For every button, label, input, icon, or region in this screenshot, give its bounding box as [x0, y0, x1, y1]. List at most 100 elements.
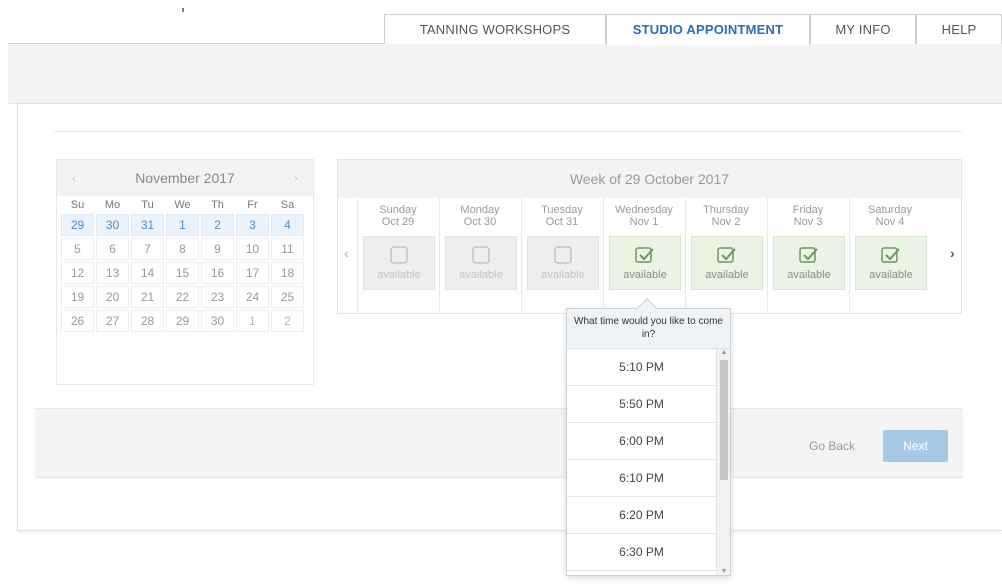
calendar-day[interactable]: 17	[236, 262, 269, 284]
day-availability-box[interactable]: available	[773, 236, 845, 290]
calendar-day[interactable]: 2	[271, 310, 304, 332]
day-availability-box: available	[527, 236, 599, 290]
subheader-band	[8, 44, 1002, 104]
calendar-day[interactable]: 29	[166, 310, 199, 332]
calendar-day[interactable]: 4	[271, 214, 304, 236]
chevron-left-icon[interactable]: ‹	[67, 171, 81, 185]
tab-tanning-workshops[interactable]: TANNING WORKSHOPS	[384, 14, 606, 44]
checkbox-checked-icon	[717, 246, 737, 264]
calendar-day[interactable]: 22	[166, 286, 199, 308]
scroll-up-icon[interactable]: ▲	[717, 349, 731, 356]
calendar-day[interactable]: 5	[61, 238, 94, 260]
availability-label: available	[787, 269, 831, 281]
day-name: Friday	[792, 204, 824, 216]
day-header: Monday Oct 30	[440, 204, 520, 228]
calendar-day[interactable]: 16	[201, 262, 234, 284]
month-calendar: ‹ November 2017 › Su Mo Tu We Th Fr Sa 29 30 31 1…	[56, 159, 314, 385]
chevron-left-icon[interactable]: ‹	[344, 245, 349, 261]
time-picker-popup: What time would you like to come in? 5:1…	[566, 298, 731, 576]
calendar-day[interactable]: 10	[236, 238, 269, 260]
tab-help[interactable]: HELP	[916, 14, 1002, 44]
time-slot-option[interactable]: 6:10 PM	[567, 460, 716, 497]
calendar-day[interactable]: 29	[61, 214, 94, 236]
calendar-day[interactable]: 18	[271, 262, 304, 284]
next-button[interactable]: Next	[883, 430, 948, 462]
calendar-day[interactable]: 8	[166, 238, 199, 260]
availability-label: available	[377, 269, 421, 281]
logo-mark	[182, 8, 184, 12]
day-column-sunday: Sunday Oct 29 available	[357, 198, 439, 314]
calendar-day[interactable]: 1	[166, 214, 199, 236]
chevron-right-icon[interactable]: ›	[289, 171, 303, 185]
calendar-week-row: 5 6 7 8 9 10 11	[61, 238, 304, 260]
calendar-day[interactable]: 7	[131, 238, 164, 260]
calendar-day[interactable]: 28	[131, 310, 164, 332]
month-grid: Su Mo Tu We Th Fr Sa 29 30 31 1 2 3 4 5 6 7 8 9 10 11 12 13 14…	[59, 196, 306, 334]
day-header: Saturday Nov 4	[850, 204, 930, 228]
day-date: Oct 30	[463, 216, 497, 228]
calendar-day[interactable]: 2	[201, 214, 234, 236]
time-list-scrollbar[interactable]: ▲ ▼	[716, 349, 730, 575]
tab-my-info[interactable]: MY INFO	[810, 14, 916, 44]
tab-studio-appointment[interactable]: STUDIO APPOINTMENT	[606, 14, 810, 45]
top-header: TANNING WORKSHOPS STUDIO APPOINTMENT MY …	[0, 0, 1002, 45]
calendar-day[interactable]: 1	[236, 310, 269, 332]
calendar-day[interactable]: 15	[166, 262, 199, 284]
time-slot-option[interactable]: 6:30 PM	[567, 534, 716, 571]
calendar-day[interactable]: 26	[61, 310, 94, 332]
day-availability-box[interactable]: available	[691, 236, 763, 290]
calendar-day[interactable]: 11	[271, 238, 304, 260]
day-column-thursday: Thursday Nov 2 available	[685, 198, 767, 314]
chevron-right-icon[interactable]: ›	[950, 245, 955, 261]
weekday-label: Fr	[247, 199, 258, 211]
card-divider	[54, 131, 962, 132]
calendar-day[interactable]: 6	[96, 238, 129, 260]
calendar-day[interactable]: 13	[96, 262, 129, 284]
calendar-day[interactable]: 20	[96, 286, 129, 308]
calendar-day[interactable]: 14	[131, 262, 164, 284]
calendar-day[interactable]: 24	[236, 286, 269, 308]
calendar-day[interactable]: 30	[201, 310, 234, 332]
day-availability-box[interactable]: available	[609, 236, 681, 290]
calendar-day[interactable]: 12	[61, 262, 94, 284]
calendar-day[interactable]: 27	[96, 310, 129, 332]
time-slot-option[interactable]: 6:00 PM	[567, 423, 716, 460]
scroll-thumb[interactable]	[720, 360, 728, 480]
availability-label: available	[869, 269, 913, 281]
checkbox-empty-icon	[389, 246, 409, 264]
calendar-day[interactable]: 30	[96, 214, 129, 236]
calendar-day[interactable]: 19	[61, 286, 94, 308]
availability-label: available	[705, 269, 749, 281]
go-back-link[interactable]: Go Back	[809, 439, 855, 453]
time-slot-option[interactable]: 6:20 PM	[567, 497, 716, 534]
day-column-tuesday: Tuesday Oct 31 available	[521, 198, 603, 314]
calendar-week-row: 19 20 21 22 23 24 25	[61, 286, 304, 308]
weekday-label: Tu	[141, 199, 154, 211]
checkbox-empty-icon	[471, 246, 491, 264]
day-header: Wednesday Nov 1	[604, 204, 684, 228]
week-title: Week of 29 October 2017	[338, 160, 961, 198]
time-slot-option[interactable]: 5:10 PM	[567, 349, 716, 386]
day-availability-box: available	[363, 236, 435, 290]
day-name: Wednesday	[615, 204, 673, 216]
calendar-day[interactable]: 23	[201, 286, 234, 308]
day-date: Nov 4	[875, 216, 905, 228]
weekday-label: Sa	[280, 199, 295, 211]
booking-card: ‹ November 2017 › Su Mo Tu We Th Fr Sa 29 30 31 1…	[17, 103, 1002, 531]
day-date: Nov 2	[711, 216, 741, 228]
day-availability-box[interactable]: available	[855, 236, 927, 290]
calendar-week-row: 29 30 31 1 2 3 4	[61, 214, 304, 236]
weekday-label: Mo	[104, 199, 121, 211]
calendar-day[interactable]: 3	[236, 214, 269, 236]
day-date: Oct 31	[545, 216, 579, 228]
time-slot-option[interactable]: 5:50 PM	[567, 386, 716, 423]
day-header: Friday Nov 3	[768, 204, 848, 228]
calendar-day[interactable]: 21	[131, 286, 164, 308]
calendar-day[interactable]: 31	[131, 214, 164, 236]
calendar-day[interactable]: 25	[271, 286, 304, 308]
action-bar: Go Back Next	[35, 408, 963, 478]
checkbox-checked-icon	[881, 246, 901, 264]
calendar-day[interactable]: 9	[201, 238, 234, 260]
scroll-down-icon[interactable]: ▼	[717, 568, 731, 575]
weekday-label: Su	[70, 199, 85, 211]
